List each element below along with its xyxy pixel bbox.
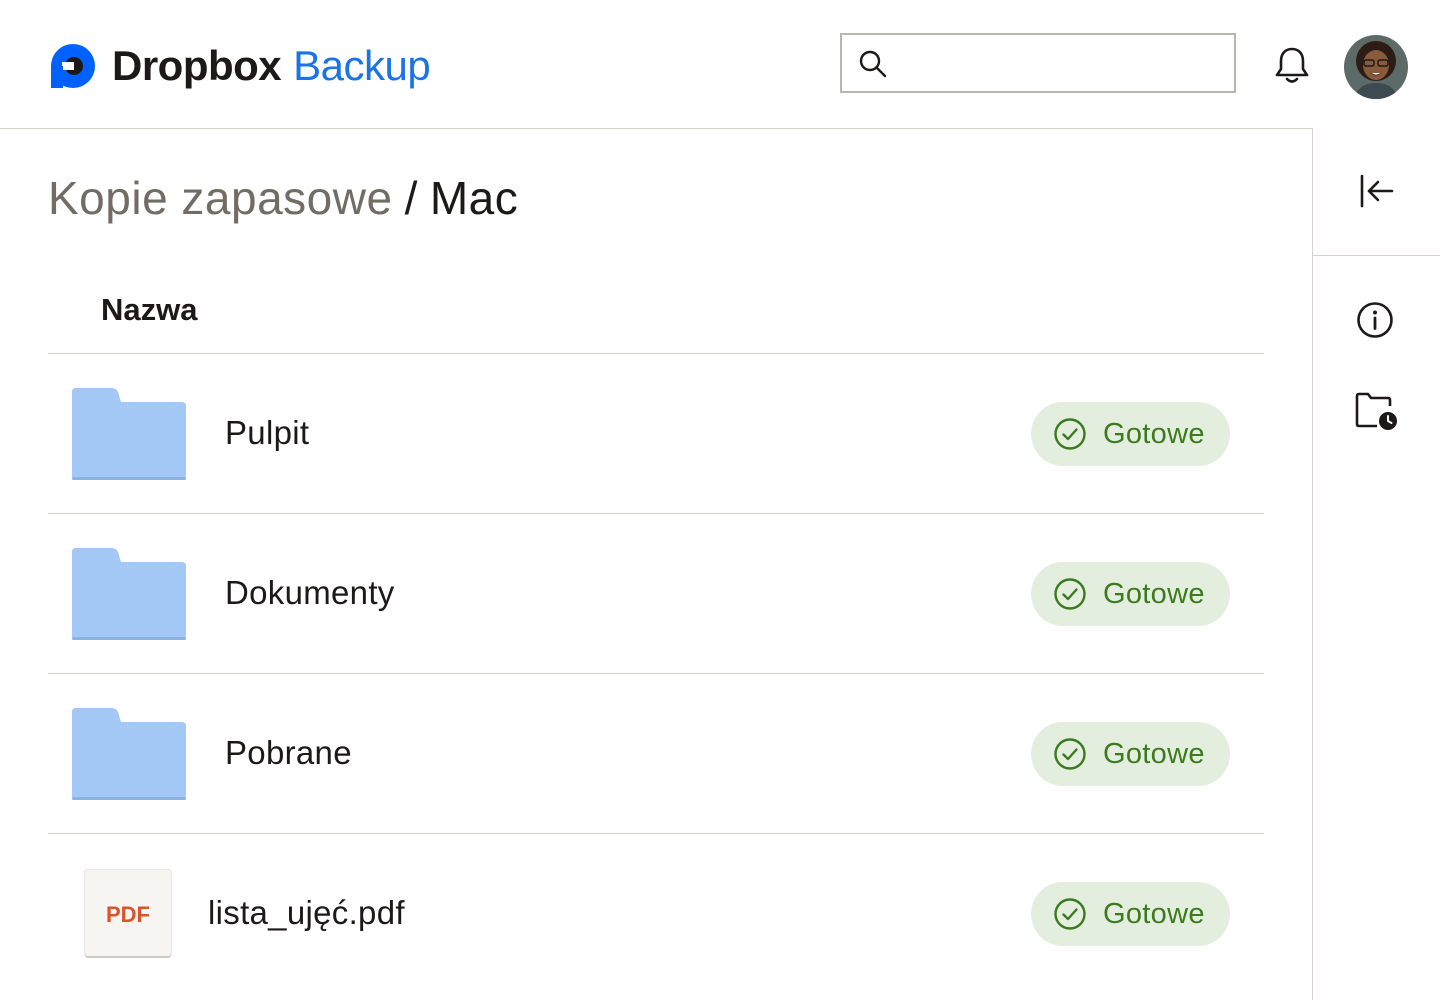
- logo-brand-text: Dropbox: [112, 42, 282, 89]
- table-row[interactable]: Pulpit Gotowe: [48, 354, 1264, 514]
- breadcrumb-parent-link[interactable]: Kopie zapasowe: [48, 172, 393, 224]
- notifications-button[interactable]: [1270, 44, 1314, 88]
- top-header: Dropbox Backup: [0, 0, 1440, 128]
- pdf-thumb-label: PDF: [106, 902, 150, 927]
- pdf-file-icon: PDF: [85, 870, 171, 956]
- breadcrumb-separator: /: [404, 172, 418, 224]
- avatar-photo: [1344, 35, 1408, 99]
- status-badge: Gotowe: [1031, 562, 1230, 626]
- rail-divider: [1313, 255, 1440, 256]
- status-badge: Gotowe: [1031, 722, 1230, 786]
- item-name[interactable]: Pulpit: [225, 410, 309, 456]
- dropbox-logo-icon: [51, 44, 95, 88]
- check-circle-icon: [1054, 418, 1086, 450]
- item-name[interactable]: lista_ujęć.pdf: [208, 890, 405, 936]
- collapse-panel-icon: [1360, 174, 1394, 208]
- status-label: Gotowe: [1103, 738, 1205, 770]
- check-circle-icon: [1054, 738, 1086, 770]
- status-badge: Gotowe: [1031, 402, 1230, 466]
- table-row[interactable]: Pobrane Gotowe: [48, 674, 1264, 834]
- item-name[interactable]: Pobrane: [225, 730, 352, 776]
- header-divider: [0, 128, 1313, 129]
- status-badge: Gotowe: [1031, 882, 1230, 946]
- folder-icon: [72, 388, 186, 480]
- table-row[interactable]: Dokumenty Gotowe: [48, 514, 1264, 674]
- collapse-panel-button[interactable]: [1352, 167, 1400, 215]
- folder-icon: [72, 708, 186, 800]
- backup-history-button[interactable]: [1352, 386, 1400, 434]
- right-rail-divider: [1312, 128, 1313, 1000]
- status-label: Gotowe: [1103, 578, 1205, 610]
- breadcrumb: Kopie zapasowe / Mac: [48, 170, 518, 226]
- info-icon: [1357, 302, 1393, 338]
- dropbox-backup-logo[interactable]: Dropbox Backup: [48, 38, 431, 94]
- breadcrumb-current: Mac: [429, 172, 519, 224]
- user-avatar[interactable]: [1344, 35, 1408, 99]
- search-input[interactable]: [902, 43, 1226, 85]
- item-name[interactable]: Dokumenty: [225, 570, 395, 616]
- column-header-name[interactable]: Nazwa: [101, 292, 197, 328]
- bell-icon: [1275, 47, 1309, 83]
- folder-clock-icon: [1355, 392, 1397, 430]
- search-icon: [859, 50, 887, 78]
- table-row[interactable]: PDF lista_ujęć.pdf Gotowe: [48, 834, 1264, 994]
- status-label: Gotowe: [1103, 898, 1205, 930]
- folder-icon: [72, 548, 186, 640]
- logo-wordmark: Dropbox Backup: [112, 38, 431, 94]
- status-label: Gotowe: [1103, 418, 1205, 450]
- info-button[interactable]: [1351, 296, 1399, 344]
- logo-product-text: Backup: [293, 42, 431, 89]
- search-box[interactable]: [840, 33, 1236, 93]
- check-circle-icon: [1054, 578, 1086, 610]
- check-circle-icon: [1054, 898, 1086, 930]
